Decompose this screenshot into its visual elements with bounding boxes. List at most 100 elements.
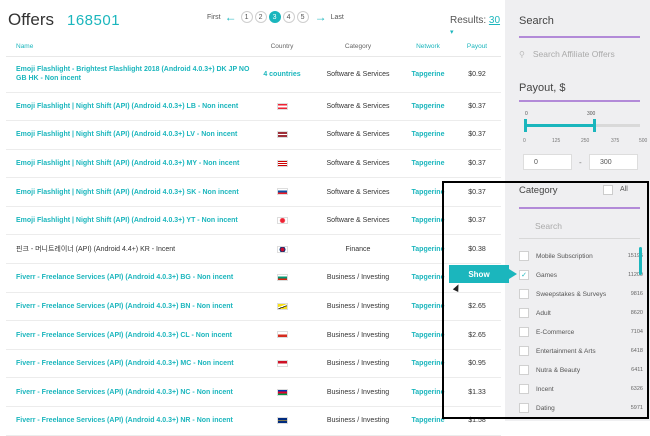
table-row[interactable]: Fiverr - Freelance Services (API) (Andro… (6, 320, 501, 350)
category-item[interactable]: ✓ Games 11209 (519, 269, 643, 281)
table-row[interactable]: Fiverr - Freelance Services (API) (Andro… (6, 263, 501, 293)
offer-name-link[interactable]: Fiverr - Freelance Services (API) (Andro… (6, 263, 251, 293)
offer-name-link[interactable]: 핀크 - 머니트레이너 (API) (Android 4.4+) KR - In… (6, 234, 251, 265)
col-country[interactable]: Country (251, 38, 313, 57)
category-checkbox[interactable] (519, 403, 529, 413)
offer-name-link[interactable]: Emoji Flashlight | Night Shift (API) (An… (6, 177, 251, 207)
offer-name-link[interactable]: Emoji Flashlight - Brightest Flashlight … (6, 56, 251, 93)
network-link[interactable]: Tapgerine (403, 320, 453, 350)
category-label: Incent (536, 385, 554, 393)
category-label: E-Commerce (536, 328, 575, 336)
category-item[interactable]: Nutra & Beauty 6411 (519, 364, 643, 376)
offer-name-link[interactable]: Fiverr - Freelance Services (API) (Andro… (6, 377, 251, 408)
col-name[interactable]: Name (6, 38, 251, 57)
category-checkbox[interactable] (519, 327, 529, 337)
first-page-link[interactable]: First (207, 14, 221, 21)
table-row[interactable]: Fiverr - Freelance Services (API) (Andro… (6, 377, 501, 408)
category-item[interactable]: Adult 8620 (519, 307, 643, 319)
flag-bg-icon (276, 274, 288, 282)
table-row[interactable]: Fiverr - Freelance Services (API) (Andro… (6, 349, 501, 379)
network-link[interactable]: Tapgerine (403, 377, 453, 408)
category-item[interactable]: E-Commerce 7104 (519, 326, 643, 338)
arrow-left-icon[interactable]: ← (225, 11, 237, 23)
table-row[interactable]: Emoji Flashlight - Brightest Flashlight … (6, 56, 501, 93)
range-dash: - (579, 158, 582, 167)
category-scrollbar[interactable] (639, 247, 642, 275)
category-item[interactable]: Mobile Subscription 15195 (519, 250, 643, 262)
country-cell (251, 349, 313, 379)
category-cell: Software & Services (313, 149, 403, 179)
network-link[interactable]: Tapgerine (403, 120, 453, 150)
category-item[interactable]: Dating 5971 (519, 402, 643, 414)
arrow-right-icon[interactable]: → (315, 11, 327, 23)
category-checkbox[interactable] (519, 289, 529, 299)
table-row[interactable]: Emoji Flashlight | Night Shift (API) (An… (6, 149, 501, 179)
search-icon: ⚲ (519, 49, 525, 59)
offer-name-link[interactable]: Emoji Flashlight | Night Shift (API) (An… (6, 92, 251, 122)
search-input[interactable]: ⚲ Search Affiliate Offers (519, 46, 647, 62)
category-item[interactable]: Incent 6326 (519, 383, 643, 395)
category-checkbox[interactable] (519, 365, 529, 375)
col-category[interactable]: Category (313, 38, 403, 57)
network-link[interactable]: Tapgerine (403, 234, 453, 265)
network-link[interactable]: Tapgerine (403, 56, 453, 93)
network-link[interactable]: Tapgerine (403, 349, 453, 379)
col-payout[interactable]: Payout (453, 38, 501, 57)
col-network[interactable]: Network (403, 38, 453, 57)
table-row[interactable]: Emoji Flashlight | Night Shift (API) (An… (6, 92, 501, 122)
category-checkbox[interactable] (519, 308, 529, 318)
chevron-down-icon[interactable]: ▾ (450, 29, 454, 36)
page-5[interactable]: 5 (296, 11, 309, 23)
page-4[interactable]: 4 (282, 11, 295, 23)
flag-lb-icon (276, 102, 288, 110)
offer-name-link[interactable]: Emoji Flashlight | Night Shift (API) (An… (6, 149, 251, 179)
network-link[interactable]: Tapgerine (403, 177, 453, 207)
table-row[interactable]: Emoji Flashlight | Night Shift (API) (An… (6, 120, 501, 150)
network-link[interactable]: Tapgerine (403, 206, 453, 236)
table-row[interactable]: Emoji Flashlight | Night Shift (API) (An… (6, 206, 501, 236)
network-link[interactable]: Tapgerine (403, 92, 453, 122)
show-button[interactable]: Show (449, 265, 517, 283)
flag-mc-icon (276, 359, 288, 367)
payout-slider[interactable] (524, 119, 640, 132)
page-1[interactable]: 1 (240, 11, 253, 23)
page-2[interactable]: 2 (254, 11, 267, 23)
country-cell (251, 377, 313, 408)
category-item[interactable]: Sweepstakes & Surveys 9816 (519, 288, 643, 300)
category-cell: Business / Investing (313, 377, 403, 408)
flag-yt-icon (276, 217, 288, 224)
slider-max-handle[interactable] (593, 119, 596, 132)
category-checkbox[interactable] (519, 251, 529, 261)
results-select[interactable]: 30 (489, 15, 500, 26)
offer-name-link[interactable]: Fiverr - Freelance Services (API) (Andro… (6, 349, 251, 379)
network-link[interactable]: Tapgerine (403, 263, 453, 293)
category-item[interactable]: Entertainment & Arts 6418 (519, 345, 643, 357)
payout-cell: $2.65 (453, 320, 501, 350)
category-search-input[interactable]: Search (535, 218, 650, 234)
category-cell: Business / Investing (313, 263, 403, 293)
network-link[interactable]: Tapgerine (403, 149, 453, 179)
offer-name-link[interactable]: Emoji Flashlight | Night Shift (API) (An… (6, 120, 251, 150)
slider-min-handle[interactable] (524, 119, 527, 132)
network-link[interactable]: Tapgerine (403, 292, 453, 322)
all-checkbox[interactable] (603, 185, 613, 195)
table-row[interactable]: Fiverr - Freelance Services (API) (Andro… (6, 292, 501, 322)
category-checkbox[interactable]: ✓ (519, 270, 529, 280)
category-checkbox[interactable] (519, 384, 529, 394)
country-count[interactable]: 4 countries (251, 56, 313, 93)
slider-max-label: 300 (587, 111, 596, 117)
payout-from-input[interactable]: 0 (523, 154, 572, 170)
page-3[interactable]: 3 (268, 11, 281, 23)
last-page-link[interactable]: Last (331, 14, 344, 21)
country-cell (251, 177, 313, 207)
results-label: Results: (450, 15, 487, 26)
payout-title: Payout, $ (519, 82, 566, 94)
category-checkbox[interactable] (519, 346, 529, 356)
payout-to-input[interactable]: 300 (589, 154, 638, 170)
country-cell (251, 263, 313, 293)
offer-name-link[interactable]: Emoji Flashlight | Night Shift (API) (An… (6, 206, 251, 236)
offer-name-link[interactable]: Fiverr - Freelance Services (API) (Andro… (6, 292, 251, 322)
offer-name-link[interactable]: Fiverr - Freelance Services (API) (Andro… (6, 320, 251, 350)
table-row[interactable]: 핀크 - 머니트레이너 (API) (Android 4.4+) KR - In… (6, 234, 501, 265)
table-row[interactable]: Emoji Flashlight | Night Shift (API) (An… (6, 177, 501, 207)
